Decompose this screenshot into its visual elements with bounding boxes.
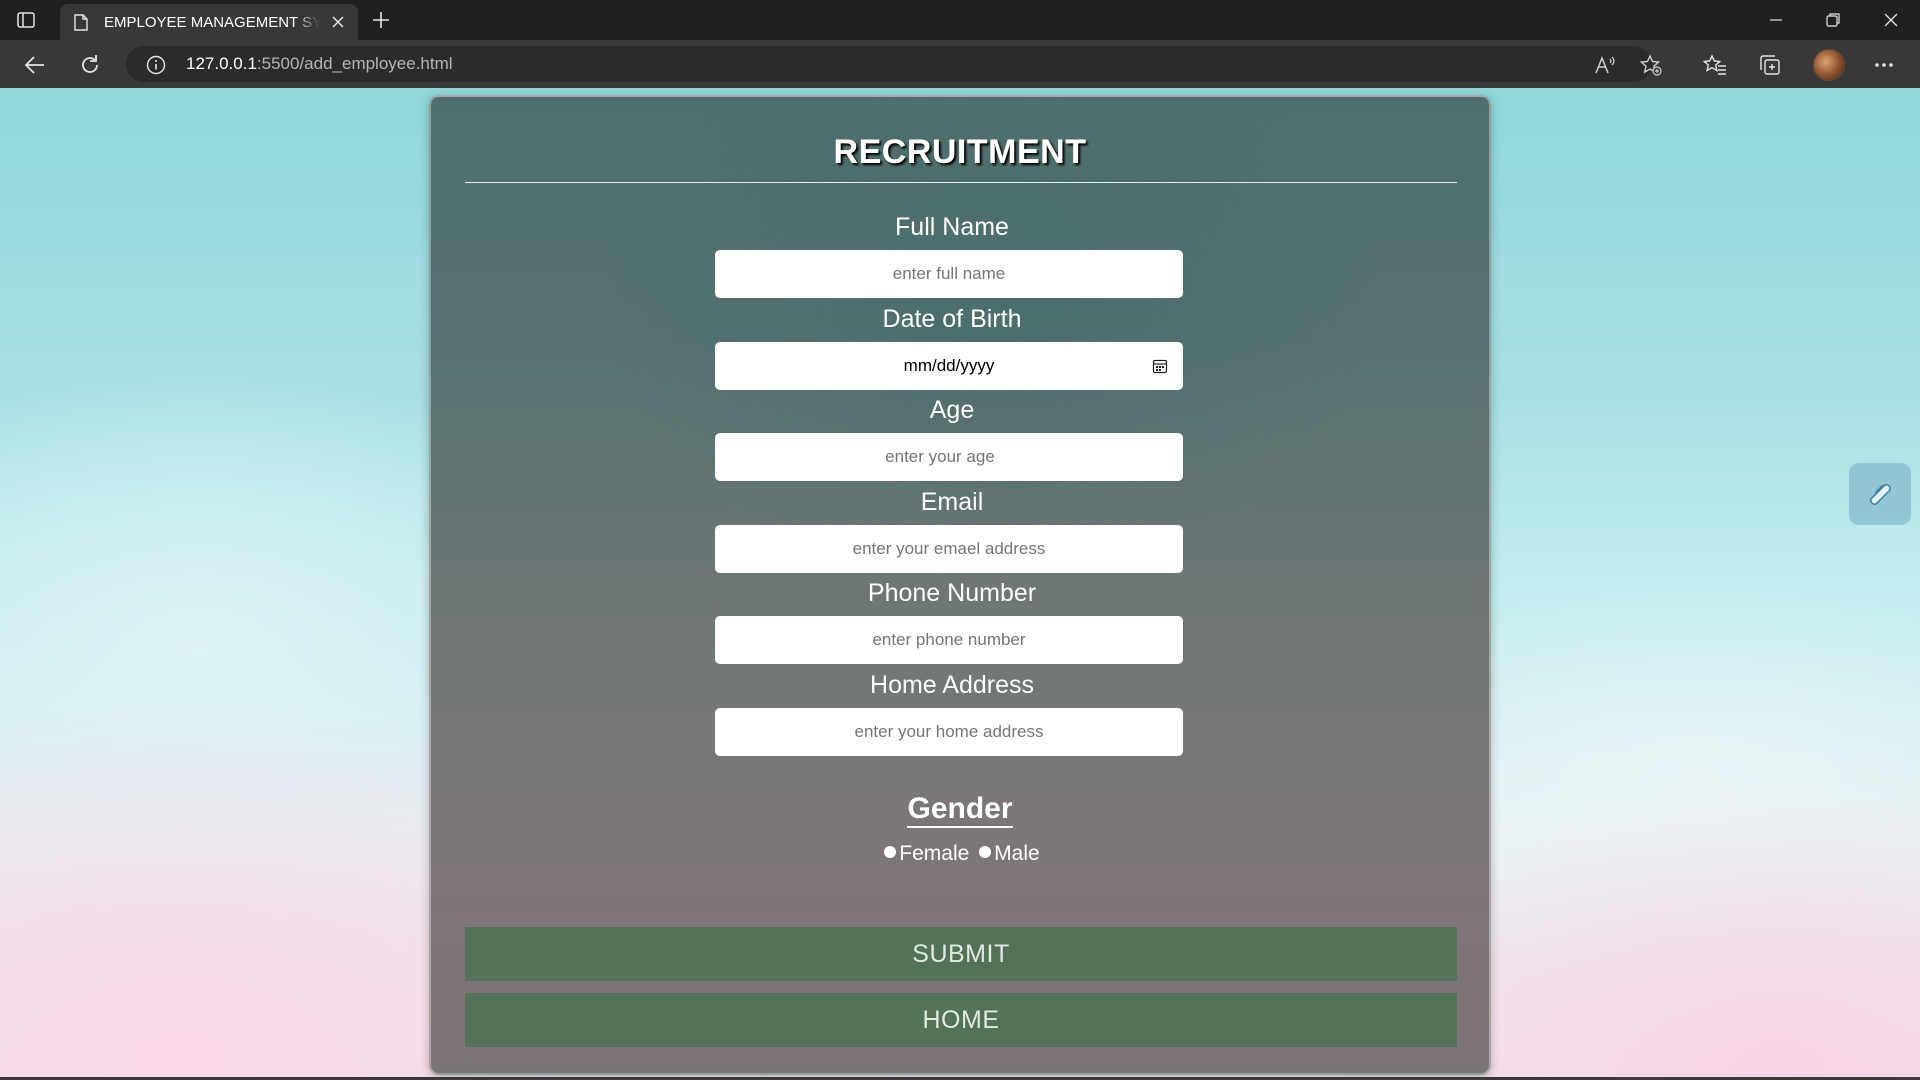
calendar-icon[interactable] [1151, 357, 1169, 375]
gender-options: Female Male [431, 842, 1489, 866]
minimize-icon[interactable] [1764, 8, 1788, 32]
gender-heading: Gender [431, 792, 1489, 828]
male-label[interactable]: Male [994, 842, 1040, 865]
close-icon[interactable] [330, 14, 346, 30]
favorites-icon[interactable] [1703, 53, 1727, 77]
title-divider [465, 182, 1457, 183]
age-input[interactable] [715, 433, 1183, 481]
page-icon [74, 13, 90, 31]
full-name-input[interactable] [715, 250, 1183, 298]
male-radio[interactable] [979, 846, 992, 858]
url-host: 127.0.0.1 [186, 54, 257, 73]
read-aloud-icon[interactable] [1594, 54, 1616, 76]
submit-button[interactable]: SUBMIT [465, 927, 1457, 981]
home-address-input[interactable] [715, 708, 1183, 756]
browser-toolbar: 127.0.0.1:5500/add_employee.html [0, 40, 1920, 88]
profile-avatar[interactable] [1813, 49, 1845, 81]
form-title: RECRUITMENT [833, 133, 1087, 171]
phone-number-input[interactable] [715, 616, 1183, 664]
date-of-birth-label: Date of Birth [882, 305, 1022, 333]
more-icon[interactable] [1872, 53, 1896, 77]
url-path: :5500/add_employee.html [256, 54, 453, 73]
floating-extension-icon[interactable] [1849, 463, 1911, 525]
reload-icon[interactable] [77, 52, 103, 78]
url-text[interactable]: 127.0.0.1:5500/add_employee.html [186, 54, 453, 74]
tab-title: EMPLOYEE MANAGEMENT SYSTEM [104, 13, 320, 31]
home-button[interactable]: HOME [465, 993, 1457, 1047]
gender-heading-text: Gender [907, 792, 1013, 828]
page-viewport: RECRUITMENT Full Name Date of Birth mm/d… [0, 88, 1920, 1080]
plus-icon[interactable] [370, 9, 392, 31]
address-bar[interactable]: 127.0.0.1:5500/add_employee.html [126, 46, 1662, 82]
phone-number-label: Phone Number [867, 579, 1037, 607]
female-radio[interactable] [884, 846, 897, 858]
back-icon[interactable] [22, 52, 48, 78]
email-input[interactable] [715, 525, 1183, 573]
collections-icon[interactable] [1758, 53, 1782, 77]
add-favorite-icon[interactable] [1640, 54, 1662, 76]
female-label[interactable]: Female [899, 842, 969, 865]
recruitment-form: RECRUITMENT Full Name Date of Birth mm/d… [429, 95, 1491, 1075]
info-icon[interactable] [146, 55, 166, 75]
browser-tab[interactable]: EMPLOYEE MANAGEMENT SYSTEM [60, 4, 358, 40]
browser-tab-bar: EMPLOYEE MANAGEMENT SYSTEM [0, 0, 1920, 40]
sidebar-toggle-icon[interactable] [16, 10, 36, 30]
home-address-label: Home Address [870, 671, 1034, 699]
email-label: Email [920, 488, 984, 516]
date-placeholder: mm/dd/yyyy [903, 356, 995, 375]
close-window-icon[interactable] [1879, 8, 1903, 32]
full-name-label: Full Name [895, 213, 1009, 241]
date-of-birth-input[interactable]: mm/dd/yyyy [715, 342, 1183, 390]
restore-icon[interactable] [1821, 8, 1845, 32]
age-label: Age [929, 396, 975, 424]
